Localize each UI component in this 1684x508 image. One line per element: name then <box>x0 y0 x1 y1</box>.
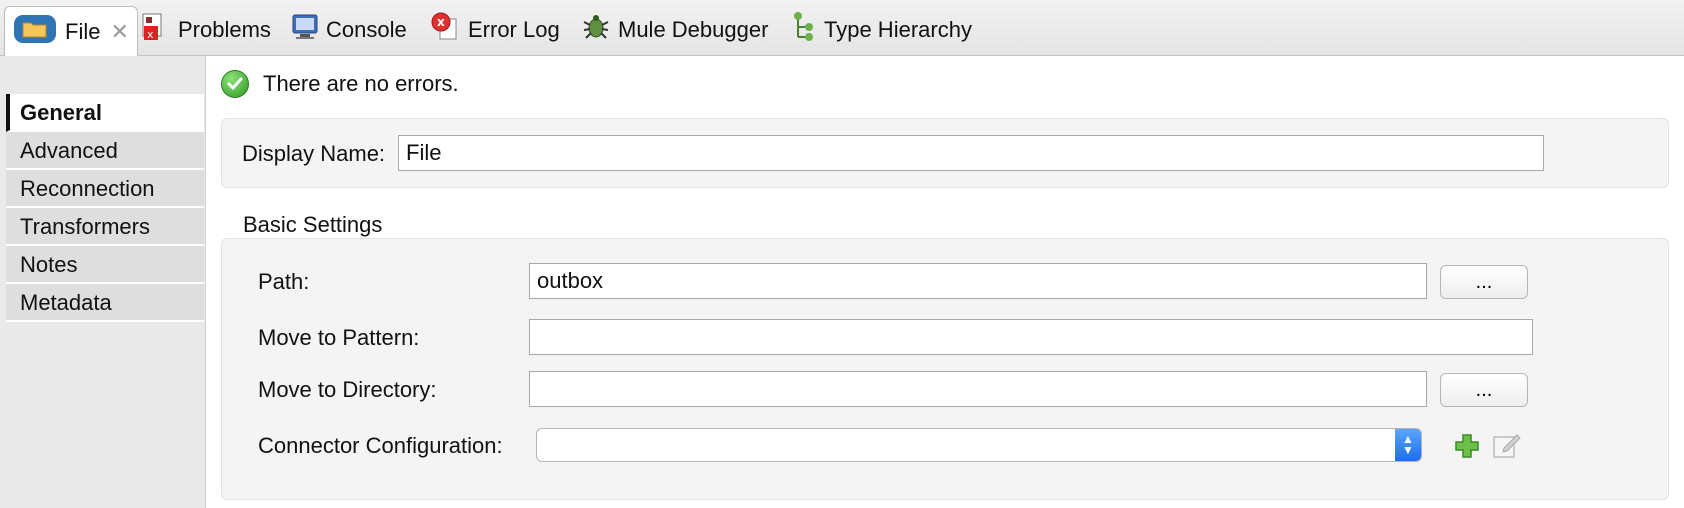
folder-icon <box>13 13 57 51</box>
tab-type-hierarchy[interactable]: Type Hierarchy <box>792 6 972 54</box>
move-to-directory-input[interactable] <box>529 371 1427 407</box>
nav-item-general[interactable]: General <box>6 94 204 132</box>
directory-browse-button[interactable]: ... <box>1440 373 1528 407</box>
move-to-directory-label: Move to Directory: <box>258 377 437 402</box>
tab-label: Type Hierarchy <box>824 17 972 42</box>
view-tab-bar: File ✕ x Problems Console x Error Log Mu… <box>0 0 1684 56</box>
check-circle-icon <box>221 70 249 98</box>
basic-settings-title: Basic Settings <box>243 212 383 237</box>
path-browse-button[interactable]: ... <box>1440 265 1528 299</box>
chevron-updown-icon: ▲ ▼ <box>1395 429 1421 461</box>
nav-item-transformers[interactable]: Transformers <box>6 208 204 246</box>
status-message: There are no errors. <box>221 70 459 98</box>
add-icon[interactable] <box>1454 433 1480 464</box>
properties-nav: General Advanced Reconnection Transforme… <box>0 56 206 508</box>
move-to-pattern-label: Move to Pattern: <box>258 325 420 350</box>
nav-item-metadata[interactable]: Metadata <box>6 284 204 322</box>
move-to-pattern-input[interactable] <box>529 319 1533 355</box>
tab-mule-debugger[interactable]: Mule Debugger <box>582 6 768 54</box>
console-icon <box>292 13 318 47</box>
path-input[interactable] <box>529 263 1427 299</box>
nav-item-notes[interactable]: Notes <box>6 246 204 284</box>
properties-main: There are no errors. Display Name: Basic… <box>207 56 1684 508</box>
connector-configuration-select[interactable]: ▲ ▼ <box>536 428 1422 462</box>
tab-error-log[interactable]: x Error Log <box>430 6 560 54</box>
display-name-label: Display Name: <box>242 141 386 166</box>
general-panel: Display Name: <box>221 118 1669 188</box>
svg-text:x: x <box>147 28 154 41</box>
tab-label: Mule Debugger <box>618 17 769 42</box>
tab-label: Error Log <box>468 17 560 42</box>
tab-problems[interactable]: x Problems <box>140 6 271 54</box>
path-label: Path: <box>258 269 310 294</box>
close-icon[interactable]: ✕ <box>110 19 128 45</box>
nav-item-reconnection[interactable]: Reconnection <box>6 170 204 208</box>
error-log-icon: x <box>430 11 460 49</box>
svg-text:x: x <box>437 15 445 29</box>
tab-label: Console <box>326 17 407 42</box>
hierarchy-icon <box>792 11 816 49</box>
status-text: There are no errors. <box>263 71 459 96</box>
problems-icon: x <box>140 12 170 48</box>
basic-settings-panel: Path: ... Move to Pattern: Move to Direc… <box>221 238 1669 500</box>
nav-item-advanced[interactable]: Advanced <box>6 132 204 170</box>
tab-label: Problems <box>178 17 271 42</box>
edit-icon[interactable] <box>1492 431 1522 464</box>
tab-console[interactable]: Console <box>292 6 407 54</box>
connector-configuration-label: Connector Configuration: <box>258 433 503 458</box>
tab-file[interactable]: File ✕ <box>4 6 138 56</box>
bug-icon <box>582 13 610 47</box>
display-name-input[interactable] <box>398 135 1544 171</box>
tab-label: File <box>65 18 101 44</box>
